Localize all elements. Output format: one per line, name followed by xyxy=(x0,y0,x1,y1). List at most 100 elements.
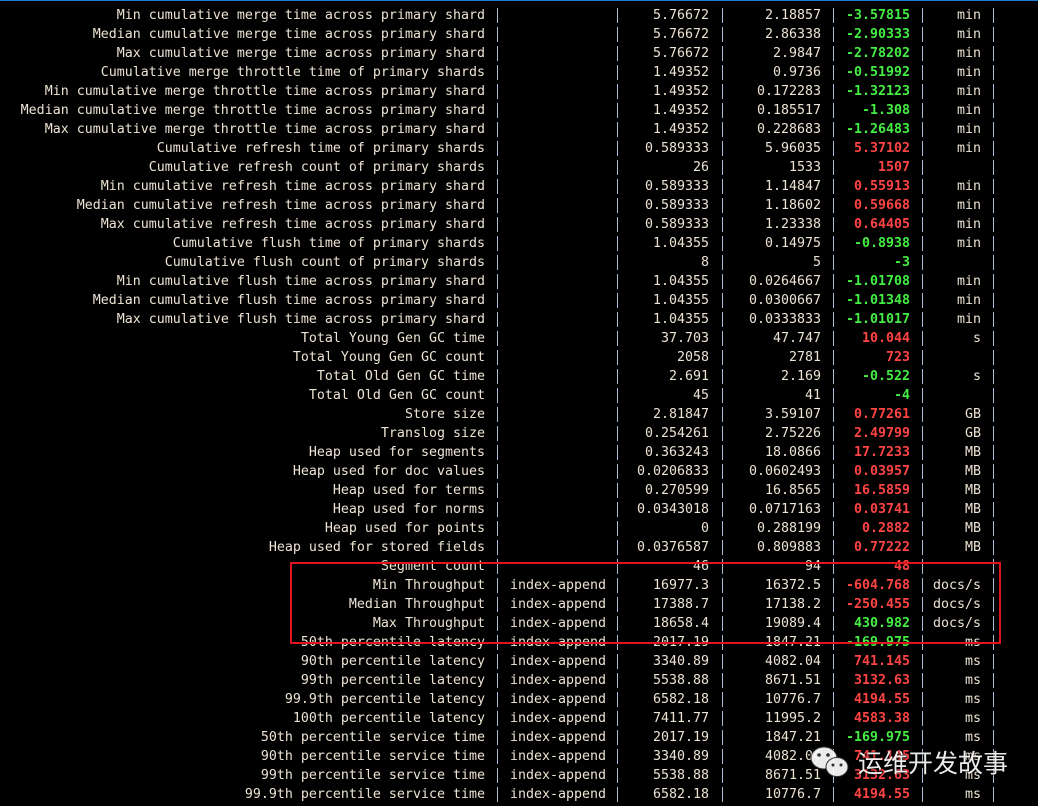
unit-cell: min xyxy=(956,27,981,42)
baseline-cell: 2.81847 xyxy=(652,407,709,422)
column-separator xyxy=(497,217,498,232)
baseline-cell: 8 xyxy=(700,255,709,270)
column-separator xyxy=(617,198,618,213)
column-separator xyxy=(922,312,923,327)
column-separator xyxy=(993,274,994,289)
table-row: Max cumulative merge time across primary… xyxy=(0,44,1038,63)
diff-cell: 0.64405 xyxy=(853,217,910,232)
column-separator xyxy=(922,331,923,346)
contender-cell: 10776.7 xyxy=(764,787,821,802)
column-separator xyxy=(922,274,923,289)
table-row: Cumulative refresh time of primary shard… xyxy=(0,139,1038,158)
column-separator xyxy=(617,255,618,270)
column-separator xyxy=(722,122,723,137)
column-separator xyxy=(497,312,498,327)
column-separator xyxy=(722,502,723,517)
column-separator xyxy=(993,369,994,384)
diff-cell: 16.5859 xyxy=(853,483,910,498)
contender-cell: 16.8565 xyxy=(764,483,821,498)
metric-cell: Heap used for doc values xyxy=(292,464,485,479)
table-row: Heap used for segments 0.363243 18.0866 17.… xyxy=(0,443,1038,462)
contender-cell: 2.86338 xyxy=(764,27,821,42)
baseline-cell: 1.49352 xyxy=(652,65,709,80)
contender-cell: 0.14975 xyxy=(764,236,821,251)
column-separator xyxy=(833,217,834,232)
contender-cell: 18.0866 xyxy=(764,445,821,460)
table-row: 90th percentile latency index-append 3340.… xyxy=(0,652,1038,671)
contender-cell: 0.0333833 xyxy=(748,312,821,327)
column-separator xyxy=(617,217,618,232)
metric-cell: Heap used for stored fields xyxy=(268,540,485,555)
task-cell: index-append xyxy=(510,692,607,707)
diff-cell: 0.77261 xyxy=(853,407,910,422)
column-separator xyxy=(722,768,723,783)
column-separator xyxy=(993,787,994,802)
column-separator xyxy=(497,787,498,802)
column-separator xyxy=(833,483,834,498)
column-separator xyxy=(922,654,923,669)
column-separator xyxy=(833,179,834,194)
diff-cell: 0.55913 xyxy=(853,179,910,194)
contender-cell: 47.747 xyxy=(772,331,821,346)
contender-cell: 3.59107 xyxy=(764,407,821,422)
column-separator xyxy=(993,122,994,137)
diff-cell: 741.145 xyxy=(853,654,910,669)
column-separator xyxy=(993,483,994,498)
diff-cell: 5.37102 xyxy=(853,141,910,156)
diff-cell: 0.03741 xyxy=(853,502,910,517)
column-separator xyxy=(497,768,498,783)
table-row: Total Young Gen GC time 37.703 47.747 10.04… xyxy=(0,329,1038,348)
column-separator xyxy=(497,8,498,23)
column-separator xyxy=(993,46,994,61)
baseline-cell: 0.254261 xyxy=(644,426,709,441)
column-separator xyxy=(617,141,618,156)
diff-cell: -1.308 xyxy=(861,103,910,118)
column-separator xyxy=(617,293,618,308)
column-separator xyxy=(497,388,498,403)
column-separator xyxy=(497,160,498,175)
unit-cell: ms xyxy=(964,692,981,707)
baseline-cell: 0.0206833 xyxy=(636,464,709,479)
metric-cell: Min cumulative merge time across primary… xyxy=(116,8,485,23)
column-separator xyxy=(993,8,994,23)
diff-cell: 0.03957 xyxy=(853,464,910,479)
column-separator xyxy=(497,673,498,688)
contender-cell: 0.0264667 xyxy=(748,274,821,289)
column-separator xyxy=(722,331,723,346)
column-separator xyxy=(993,426,994,441)
unit-cell: min xyxy=(956,84,981,99)
column-separator xyxy=(497,711,498,726)
contender-cell: 41 xyxy=(804,388,821,403)
column-separator xyxy=(617,236,618,251)
metric-cell: Median cumulative refresh time across pr… xyxy=(76,198,485,213)
column-separator xyxy=(922,787,923,802)
baseline-cell: 2017.19 xyxy=(652,730,709,745)
column-separator xyxy=(722,787,723,802)
metric-cell: Min cumulative refresh time across prima… xyxy=(100,179,485,194)
column-separator xyxy=(497,483,498,498)
contender-cell: 1.18602 xyxy=(764,198,821,213)
task-cell: index-append xyxy=(510,787,607,802)
metric-cell: Translog size xyxy=(380,426,485,441)
metric-cell: Store size xyxy=(404,407,485,422)
column-separator xyxy=(993,673,994,688)
unit-cell: MB xyxy=(964,521,981,536)
unit-cell: s xyxy=(972,369,981,384)
unit-cell: ms xyxy=(964,711,981,726)
column-separator xyxy=(922,521,923,536)
column-separator xyxy=(497,46,498,61)
column-separator xyxy=(993,331,994,346)
column-separator xyxy=(993,84,994,99)
column-separator xyxy=(497,293,498,308)
column-separator xyxy=(922,293,923,308)
column-separator xyxy=(497,236,498,251)
table-row: Max cumulative refresh time across prima… xyxy=(0,215,1038,234)
column-separator xyxy=(617,483,618,498)
column-separator xyxy=(617,179,618,194)
task-cell: index-append xyxy=(510,749,607,764)
table-row: Min cumulative refresh time across prima… xyxy=(0,177,1038,196)
unit-cell: min xyxy=(956,274,981,289)
unit-cell: MB xyxy=(964,502,981,517)
contender-cell: 2.9847 xyxy=(772,46,821,61)
contender-cell: 1.23338 xyxy=(764,217,821,232)
